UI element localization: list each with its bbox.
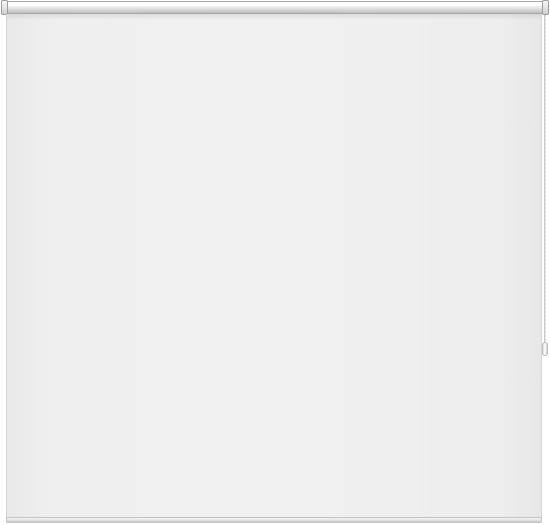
chain-weight-icon <box>542 342 548 356</box>
bottom-rail <box>6 517 542 523</box>
right-bracket <box>542 0 549 15</box>
control-chain <box>544 15 546 351</box>
roller-blind-image <box>0 0 550 525</box>
left-bracket <box>1 0 8 15</box>
blind-fabric-panel <box>6 14 542 522</box>
roller-headrail <box>2 1 548 14</box>
